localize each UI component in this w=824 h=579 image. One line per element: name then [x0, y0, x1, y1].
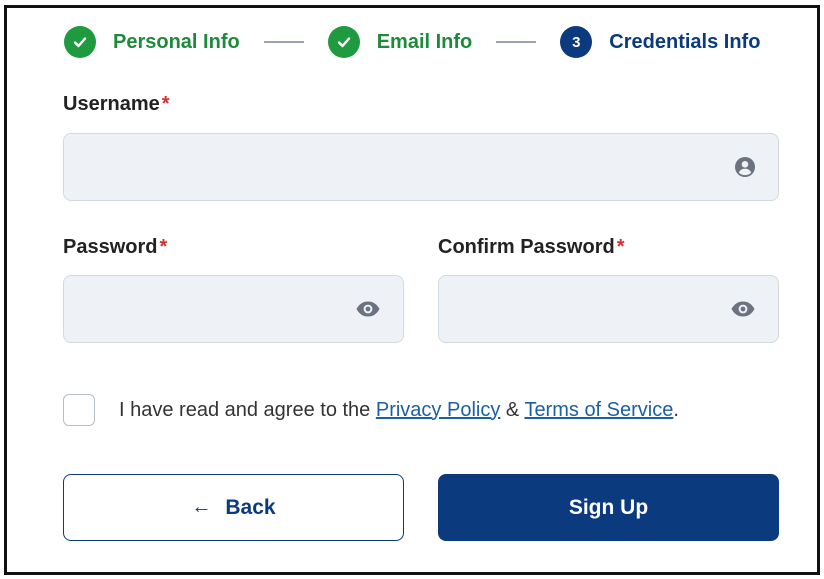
step-email-info[interactable]: Email Info [327, 26, 473, 58]
back-button-label: Back [225, 495, 276, 519]
sign-up-button-label: Sign Up [568, 495, 649, 519]
username-input[interactable] [63, 133, 779, 201]
arrow-left-icon: ← [191, 496, 212, 518]
step-connector [263, 41, 304, 43]
user-circle-icon [734, 156, 756, 178]
eye-icon[interactable] [730, 300, 756, 318]
check-icon [64, 26, 96, 58]
step-connector [496, 41, 537, 43]
username-label: Username * [63, 93, 170, 115]
required-asterisk: * [159, 236, 168, 258]
step-label: Credentials Info [609, 30, 761, 53]
sign-up-button[interactable]: Sign Up [438, 474, 779, 541]
confirm-password-input[interactable] [438, 275, 779, 343]
eye-icon[interactable] [355, 300, 381, 318]
password-label: Password * [63, 236, 168, 258]
step-number-badge: 3 [560, 26, 593, 58]
agreement-row: I have read and agree to the Privacy Pol… [63, 394, 679, 426]
privacy-policy-link[interactable]: Privacy Policy [376, 399, 500, 421]
step-label: Email Info [376, 30, 473, 53]
step-credentials-info[interactable]: 3 Credentials Info [560, 26, 760, 58]
check-icon [327, 26, 360, 58]
back-button[interactable]: ← Back [63, 474, 404, 541]
progress-stepper: Personal Info Email Info 3 Credentials I… [64, 25, 760, 59]
required-asterisk: * [616, 236, 625, 258]
step-personal-info[interactable]: Personal Info [64, 26, 240, 58]
agree-checkbox[interactable] [63, 394, 95, 426]
step-label: Personal Info [113, 30, 240, 53]
agreement-text: I have read and agree to the Privacy Pol… [119, 398, 679, 421]
required-asterisk: * [161, 93, 170, 115]
terms-of-service-link[interactable]: Terms of Service [524, 399, 673, 421]
confirm-password-label: Confirm Password * [438, 236, 625, 258]
password-input[interactable] [63, 275, 404, 343]
